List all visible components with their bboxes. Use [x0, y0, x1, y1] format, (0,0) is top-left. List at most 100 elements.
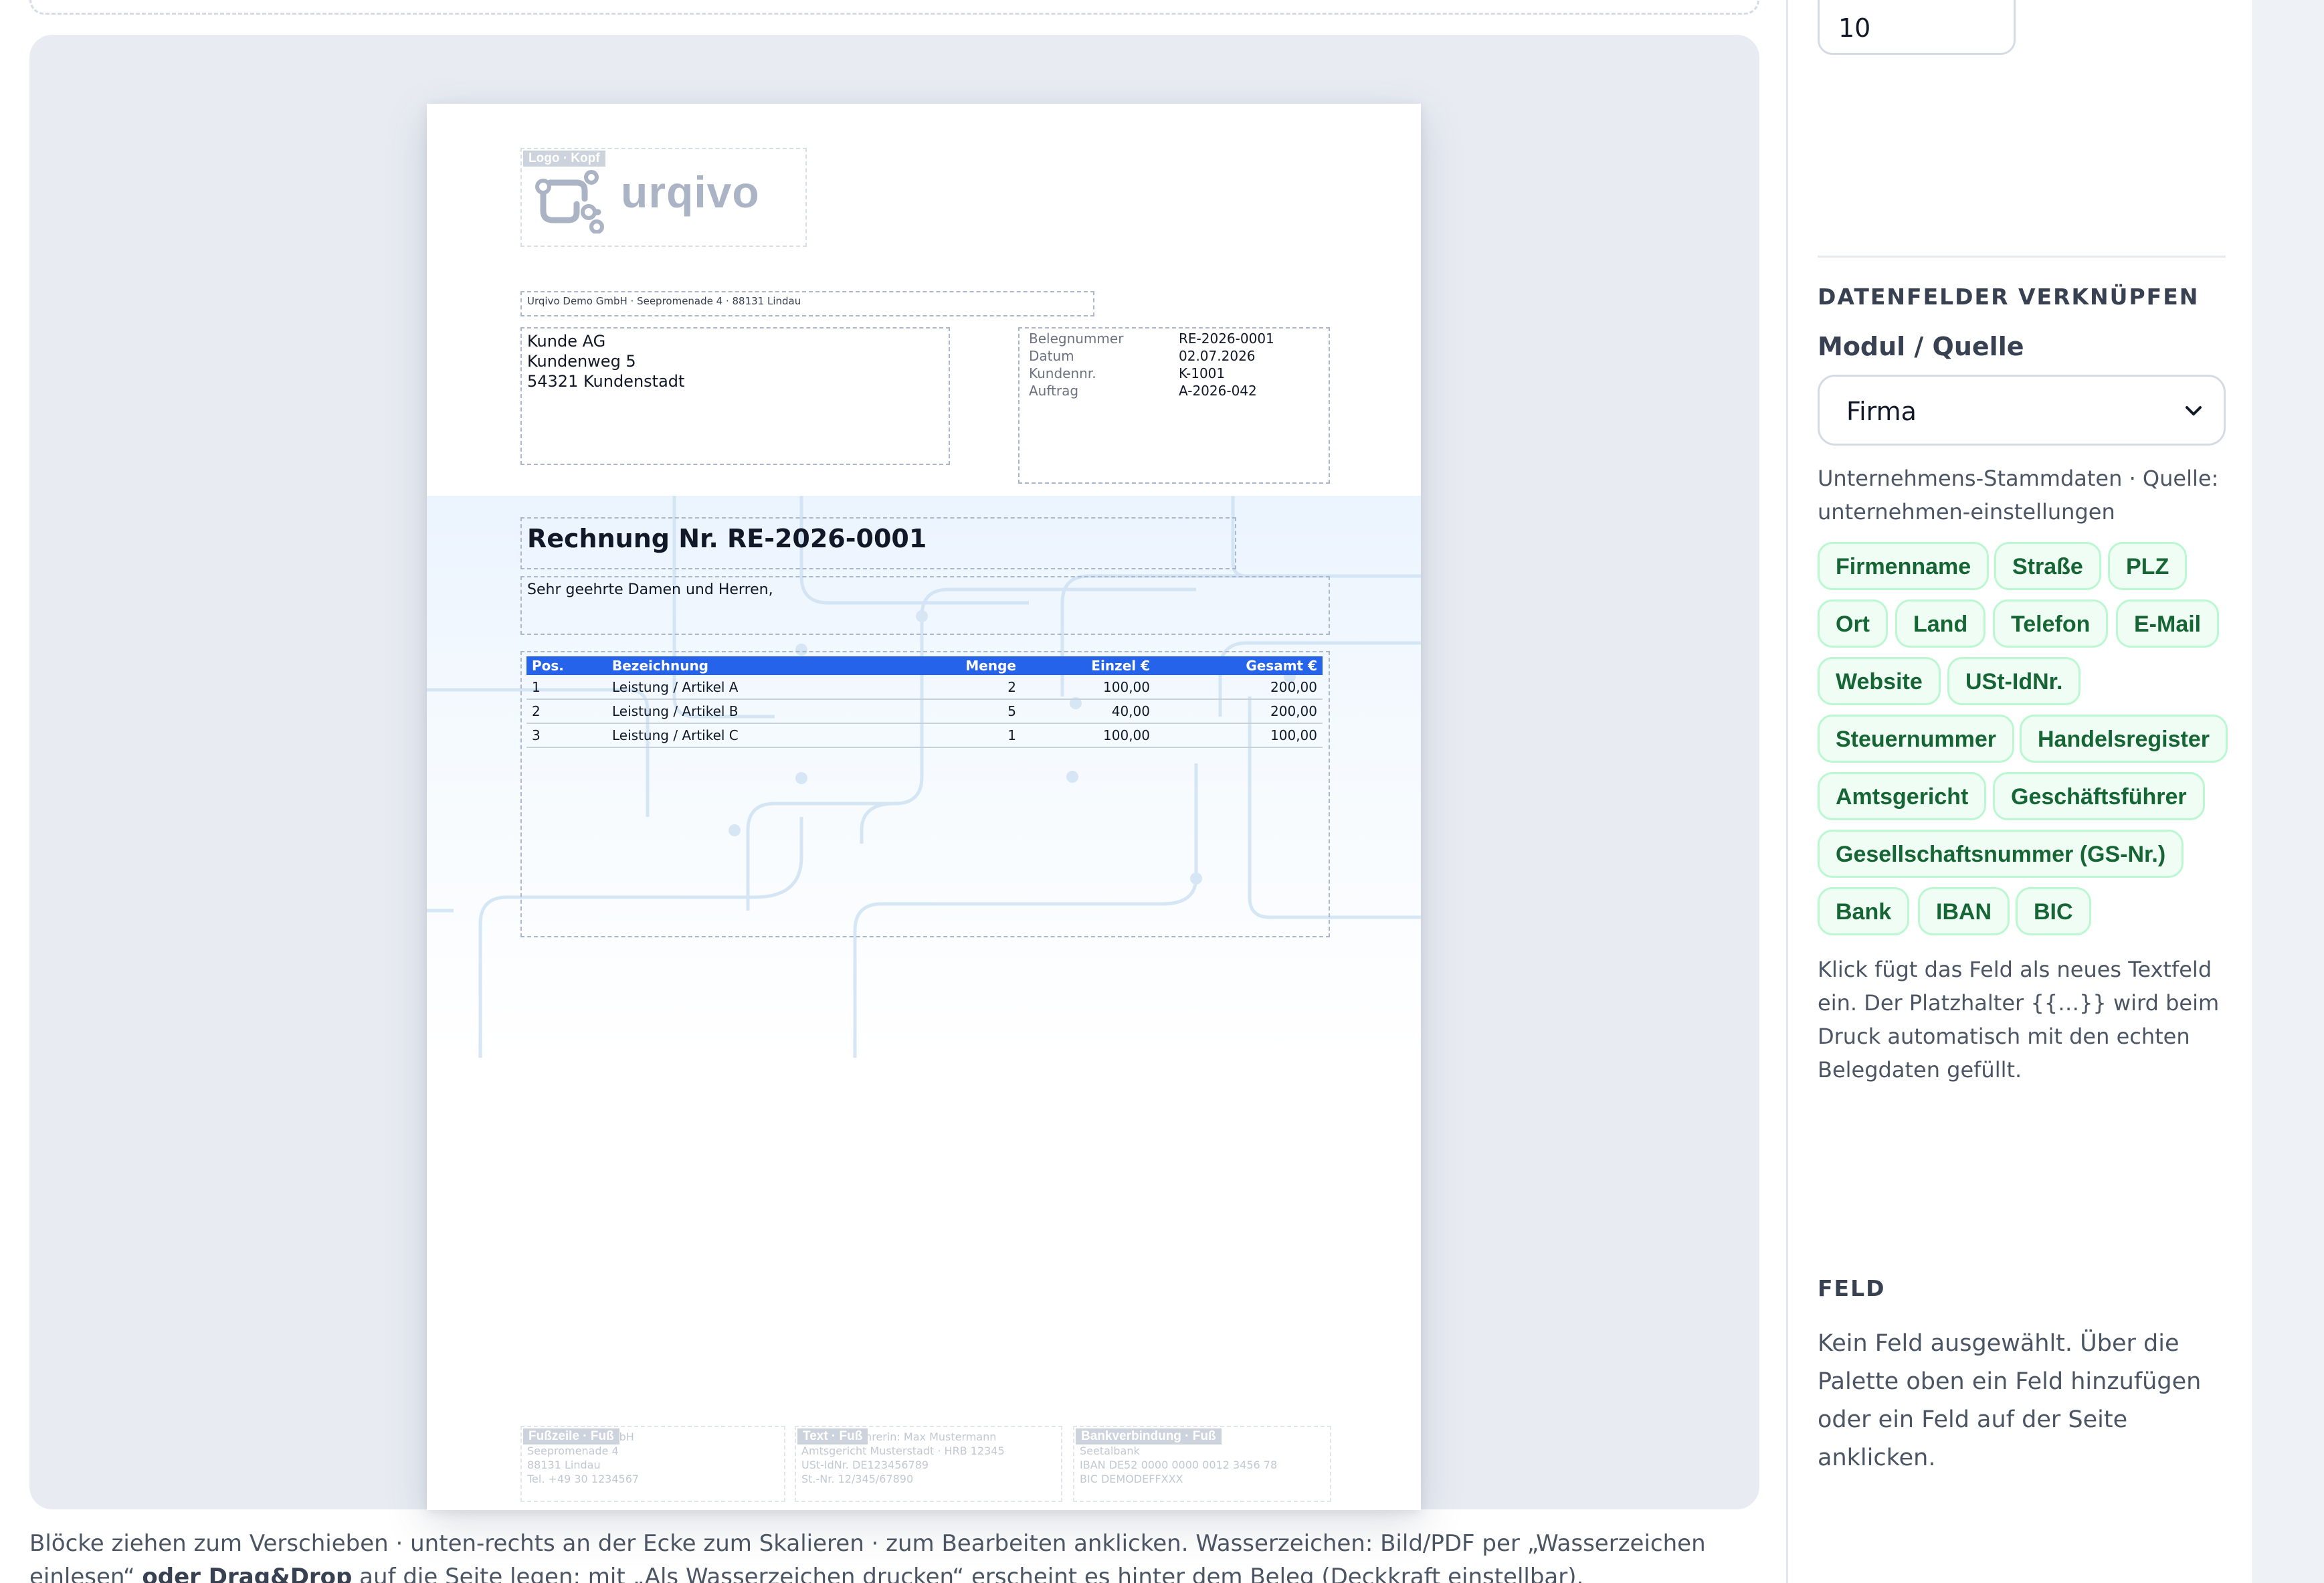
table-header-row: Pos. Bezeichnung Menge Einzel € Gesamt € — [526, 656, 1323, 675]
table-row: 3 Leistung / Artikel C 1 100,00 100,00 — [526, 723, 1323, 748]
recipient-line: Kunde AG — [527, 332, 606, 351]
modul-label: Modul / Quelle — [1818, 332, 2024, 361]
feld-heading: FELD — [1818, 1275, 1886, 1301]
table-header: Pos. — [526, 656, 607, 675]
field-chip-geschaeftsfuehrer[interactable]: Geschäftsführer — [1993, 772, 2205, 820]
table-cell: Leistung / Artikel C — [607, 723, 894, 748]
field-chip-iban[interactable]: IBAN — [1918, 887, 2010, 935]
recipient-line: Kundenweg 5 — [527, 352, 636, 371]
sender-line-block[interactable]: Urqivo Demo GmbH · Seepromenade 4 · 8813… — [520, 291, 1094, 316]
items-table: Pos. Bezeichnung Menge Einzel € Gesamt €… — [526, 656, 1323, 748]
logo-text: urqivo — [621, 167, 760, 217]
source-description: Unternehmens-Stammdaten · Quelle: untern… — [1818, 466, 2219, 525]
meta-row: Datum 02.07.2026 — [1029, 347, 1323, 365]
document-title: Rechnung Nr. RE-2026-0001 — [527, 524, 927, 553]
document-title-block[interactable]: Rechnung Nr. RE-2026-0001 — [520, 517, 1236, 569]
table-cell: 2 — [526, 699, 607, 724]
meta-label: Datum — [1029, 348, 1074, 364]
canvas-area: Logo · Kopf urqivo Urqivo Demo GmbH · Se… — [29, 35, 1759, 1510]
table-cell: 2 — [894, 675, 1022, 700]
table-row: 2 Leistung / Artikel B 5 40,00 200,00 — [526, 699, 1323, 724]
meta-row: Belegnummer RE-2026-0001 — [1029, 330, 1323, 347]
footer-block-text[interactable]: Geschäftsführerin: Max Mustermann Amtsge… — [795, 1426, 1062, 1502]
footer-block-bank[interactable]: Seetalbank IBAN DE52 0000 0000 0012 3456… — [1073, 1426, 1331, 1502]
modul-select-value: Firma — [1846, 397, 1917, 426]
items-table-block[interactable]: Pos. Bezeichnung Menge Einzel € Gesamt €… — [520, 651, 1330, 937]
field-chip-steuernummer[interactable]: Steuernummer — [1818, 715, 2014, 763]
footer-line: BIC DEMODEFFXXX — [1080, 1473, 1183, 1485]
meta-label: Belegnummer — [1029, 331, 1124, 347]
field-chip-firmenname[interactable]: Firmenname — [1818, 542, 1990, 590]
footer-line: USt-IdNr. DE123456789 — [801, 1459, 929, 1471]
editor-help-text: Blöcke ziehen zum Verschieben · unten-re… — [29, 1527, 1742, 1583]
footer-line: Tel. +49 30 1234567 — [527, 1473, 640, 1485]
table-cell: 5 — [894, 699, 1022, 724]
field-chip-bank[interactable]: Bank — [1818, 887, 1910, 935]
table-row: 1 Leistung / Artikel A 2 100,00 200,00 — [526, 675, 1323, 700]
meta-row: Auftrag A-2026-042 — [1029, 382, 1323, 399]
properties-panel: DATENFELDER VERKNÜPFEN Modul / Quelle Fi… — [1786, 0, 2252, 1583]
editor-column: Logo · Kopf urqivo Urqivo Demo GmbH · Se… — [0, 0, 1786, 1583]
field-chip-strasse[interactable]: Straße — [1994, 542, 2101, 590]
table-cell: Leistung / Artikel B — [607, 699, 894, 724]
sender-line: Urqivo Demo GmbH · Seepromenade 4 · 8813… — [527, 295, 801, 307]
table-cell: 100,00 — [1155, 723, 1323, 748]
footer-line: Seepromenade 4 — [527, 1445, 619, 1457]
meta-label: Kundennr. — [1029, 365, 1096, 381]
table-cell: Leistung / Artikel A — [607, 675, 894, 700]
document-meta-block[interactable]: Belegnummer RE-2026-0001 Datum 02.07.202… — [1018, 327, 1330, 484]
help-text-bold: oder Drag&Drop — [142, 1564, 353, 1583]
chevron-down-icon — [2186, 406, 2202, 415]
meta-value: RE-2026-0001 — [1179, 331, 1274, 347]
field-chip-plz[interactable]: PLZ — [2108, 542, 2188, 590]
field-chip-bic[interactable]: BIC — [2016, 887, 2091, 935]
footer-line: 88131 Lindau — [527, 1459, 601, 1471]
logo-block-tag: Logo · Kopf — [523, 151, 605, 167]
table-cell: 3 — [526, 723, 607, 748]
meta-value: 02.07.2026 — [1179, 348, 1256, 364]
meta-value: A-2026-042 — [1179, 383, 1257, 399]
field-insert-hint: Klick fügt das Feld als neues Textfeld e… — [1818, 957, 2220, 1083]
greeting-block[interactable]: Sehr geehrte Damen und Herren, — [520, 576, 1330, 635]
field-chip-telefon[interactable]: Telefon — [1993, 599, 2109, 648]
table-cell: 100,00 — [1022, 723, 1155, 748]
panel-divider — [1818, 256, 2226, 258]
footer-block-company[interactable]: Urqivo Demo GmbH Seepromenade 4 88131 Li… — [520, 1426, 785, 1502]
table-cell: 1 — [894, 723, 1022, 748]
table-cell: 200,00 — [1155, 675, 1323, 700]
footer-line: St.-Nr. 12/345/67890 — [801, 1473, 914, 1485]
help-text-end: auf die Seite legen; mit „Als Wasserzeic… — [352, 1564, 1584, 1583]
logo-block[interactable]: Logo · Kopf urqivo — [520, 148, 807, 247]
footer-line: Seetalbank — [1080, 1445, 1140, 1457]
table-cell: 200,00 — [1155, 699, 1323, 724]
footer-block-tag: Bankverbindung · Fuß — [1076, 1428, 1222, 1445]
modul-select[interactable]: Firma — [1818, 375, 2226, 446]
logo-mark-icon — [535, 170, 604, 234]
recipient-line: 54321 Kundenstadt — [527, 372, 685, 391]
recipient-address-block[interactable]: Kunde AG Kundenweg 5 54321 Kundenstadt — [520, 327, 950, 465]
meta-row: Kundennr. K-1001 — [1029, 365, 1323, 382]
field-chip-ustidnr[interactable]: USt-IdNr. — [1947, 657, 2081, 705]
field-chip-land[interactable]: Land — [1895, 599, 1986, 648]
table-header: Bezeichnung — [607, 656, 894, 675]
table-cell: 40,00 — [1022, 699, 1155, 724]
window-edge-strip — [2252, 0, 2324, 1583]
meta-value: K-1001 — [1179, 365, 1226, 381]
field-chip-handelsregister[interactable]: Handelsregister — [2020, 715, 2228, 763]
table-cell: 1 — [526, 675, 607, 700]
field-chip-email[interactable]: E-Mail — [2116, 599, 2220, 648]
greeting-text: Sehr geehrte Damen und Herren, — [527, 581, 773, 598]
document-page[interactable]: Logo · Kopf urqivo Urqivo Demo GmbH · Se… — [427, 104, 1421, 1510]
table-header: Gesamt € — [1155, 656, 1323, 675]
meta-label: Auftrag — [1029, 383, 1079, 399]
table-header: Einzel € — [1022, 656, 1155, 675]
link-fields-heading: DATENFELDER VERKNÜPFEN — [1818, 284, 2200, 310]
field-chip-amtsgericht[interactable]: Amtsgericht — [1818, 772, 1987, 820]
field-chip-website[interactable]: Website — [1818, 657, 1941, 705]
footer-block-tag: Text · Fuß — [797, 1428, 868, 1445]
footer-line: Amtsgericht Musterstadt · HRB 12345 — [801, 1445, 1005, 1457]
field-chip-ort[interactable]: Ort — [1818, 599, 1888, 648]
table-cell: 100,00 — [1022, 675, 1155, 700]
number-input[interactable] — [1818, 0, 2016, 55]
field-chip-gesellschaftsnummer[interactable]: Gesellschaftsnummer (GS-Nr.) — [1818, 830, 2184, 878]
